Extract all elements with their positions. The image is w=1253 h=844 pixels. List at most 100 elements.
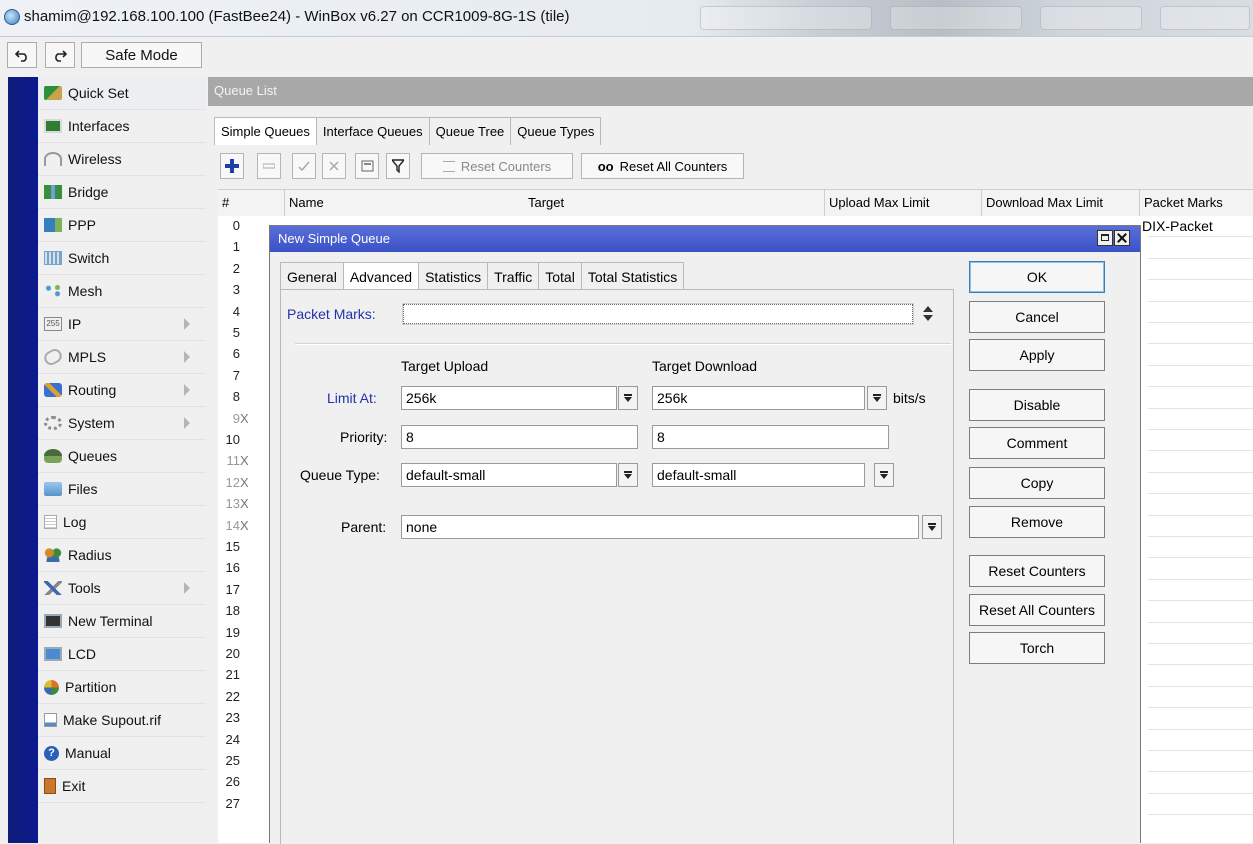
copy-button[interactable]: Copy bbox=[969, 467, 1105, 499]
apply-button[interactable]: Apply bbox=[969, 339, 1105, 371]
table-row-number[interactable]: 22 bbox=[218, 689, 240, 704]
tab-interface-queues[interactable]: Interface Queues bbox=[315, 117, 430, 145]
packet-marks-field[interactable] bbox=[402, 303, 914, 325]
table-row-number[interactable]: 19 bbox=[218, 625, 240, 640]
menu-item-radius[interactable]: Radius bbox=[38, 539, 206, 572]
table-row-number[interactable]: 14 bbox=[218, 518, 240, 533]
priority-download-input[interactable]: 8 bbox=[652, 425, 889, 449]
tab-statistics[interactable]: Statistics bbox=[418, 262, 489, 290]
disable-button[interactable]: Disable bbox=[969, 389, 1105, 421]
updown-arrows-icon[interactable] bbox=[922, 304, 933, 324]
maximize-button[interactable] bbox=[1097, 230, 1113, 246]
safe-mode-button[interactable]: Safe Mode bbox=[81, 42, 202, 68]
filter-button[interactable] bbox=[386, 153, 410, 179]
queue-type-upload-dropdown-icon[interactable] bbox=[618, 463, 638, 487]
table-row-number[interactable]: 9 bbox=[218, 411, 240, 426]
comment-button[interactable]: Comment bbox=[969, 427, 1105, 459]
menu-item-wireless[interactable]: Wireless bbox=[38, 143, 206, 176]
menu-item-lcd[interactable]: LCD bbox=[38, 638, 206, 671]
tab-general[interactable]: General bbox=[280, 262, 344, 290]
close-button[interactable] bbox=[1114, 230, 1130, 246]
menu-item-manual[interactable]: ? Manual bbox=[38, 737, 206, 770]
torch-button[interactable]: Torch bbox=[969, 632, 1105, 664]
table-row-number[interactable]: 27 bbox=[218, 796, 240, 811]
menu-item-ip[interactable]: 255 IP bbox=[38, 308, 206, 341]
column-header-download-max-limit[interactable]: Download Max Limit bbox=[981, 190, 1139, 216]
table-row-number[interactable]: 7 bbox=[218, 368, 240, 383]
table-row-number[interactable]: 11 bbox=[218, 453, 241, 468]
limit-at-download-input[interactable]: 256k bbox=[652, 386, 865, 410]
column-header-number[interactable]: # bbox=[218, 190, 258, 216]
queue-type-download-dropdown-icon[interactable] bbox=[874, 463, 894, 487]
priority-upload-input[interactable]: 8 bbox=[401, 425, 638, 449]
menu-item-files[interactable]: Files bbox=[38, 473, 206, 506]
enable-button[interactable] bbox=[292, 153, 316, 179]
menu-item-new-terminal[interactable]: New Terminal bbox=[38, 605, 206, 638]
limit-at-upload-input[interactable]: 256k bbox=[401, 386, 617, 410]
parent-select[interactable]: none bbox=[401, 515, 919, 539]
column-header-upload-max-limit[interactable]: Upload Max Limit bbox=[824, 190, 981, 216]
table-row-number[interactable]: 15 bbox=[218, 539, 240, 554]
table-row-number[interactable]: 13 bbox=[218, 496, 240, 511]
tab-advanced[interactable]: Advanced bbox=[342, 262, 420, 290]
table-row-number[interactable]: 0 bbox=[218, 218, 240, 233]
column-header-name[interactable]: Name bbox=[284, 190, 524, 216]
table-row-number[interactable]: 2 bbox=[218, 261, 240, 276]
menu-item-partition[interactable]: Partition bbox=[38, 671, 206, 704]
table-row-number[interactable]: 26 bbox=[218, 774, 240, 789]
tab-traffic[interactable]: Traffic bbox=[487, 262, 540, 290]
column-header-target[interactable]: Target bbox=[524, 190, 824, 216]
reset-all-counters-button[interactable]: Reset All Counters bbox=[969, 594, 1105, 626]
cancel-button[interactable]: Cancel bbox=[969, 301, 1105, 333]
table-row-number[interactable]: 24 bbox=[218, 732, 240, 747]
tab-simple-queues[interactable]: Simple Queues bbox=[214, 117, 317, 145]
parent-dropdown-icon[interactable] bbox=[922, 515, 942, 539]
queue-type-download-select[interactable]: default-small bbox=[652, 463, 865, 487]
remove-button[interactable]: Remove bbox=[969, 506, 1105, 538]
table-row-number[interactable]: 21 bbox=[218, 667, 240, 682]
table-row-number[interactable]: 20 bbox=[218, 646, 240, 661]
ok-button[interactable]: OK bbox=[969, 261, 1105, 293]
menu-item-tools[interactable]: Tools bbox=[38, 572, 206, 605]
menu-item-exit[interactable]: Exit bbox=[38, 770, 206, 803]
table-row-number[interactable]: 4 bbox=[218, 304, 240, 319]
menu-item-quick-set[interactable]: Quick Set bbox=[38, 77, 206, 110]
menu-item-bridge[interactable]: Bridge bbox=[38, 176, 206, 209]
table-row-number[interactable]: 10 bbox=[218, 432, 240, 447]
limit-at-download-dropdown-icon[interactable] bbox=[867, 386, 887, 410]
table-row-number[interactable]: 5 bbox=[218, 325, 240, 340]
tab-queue-types[interactable]: Queue Types bbox=[510, 117, 602, 145]
menu-item-make-supout[interactable]: Make Supout.rif bbox=[38, 704, 206, 737]
table-row-number[interactable]: 17 bbox=[218, 582, 240, 597]
menu-item-routing[interactable]: Routing bbox=[38, 374, 206, 407]
table-row-number[interactable]: 23 bbox=[218, 710, 240, 725]
queue-type-upload-select[interactable]: default-small bbox=[401, 463, 617, 487]
reset-counters-button[interactable]: Reset Counters bbox=[969, 555, 1105, 587]
menu-item-log[interactable]: Log bbox=[38, 506, 206, 539]
reset-all-counters-button[interactable]: oo Reset All Counters bbox=[581, 153, 744, 179]
menu-item-switch[interactable]: Switch bbox=[38, 242, 206, 275]
menu-item-interfaces[interactable]: Interfaces bbox=[38, 110, 206, 143]
table-row-number[interactable]: 1 bbox=[218, 239, 240, 254]
redo-button[interactable] bbox=[45, 42, 75, 68]
menu-item-queues[interactable]: Queues bbox=[38, 440, 206, 473]
reset-counters-button[interactable]: Reset Counters bbox=[421, 153, 573, 179]
undo-button[interactable] bbox=[7, 42, 37, 68]
table-row-number[interactable]: 3 bbox=[218, 282, 240, 297]
menu-item-mesh[interactable]: Mesh bbox=[38, 275, 206, 308]
table-row-number[interactable]: 16 bbox=[218, 560, 240, 575]
tab-total-statistics[interactable]: Total Statistics bbox=[580, 262, 685, 290]
table-row-number[interactable]: 6 bbox=[218, 346, 240, 361]
menu-item-ppp[interactable]: PPP bbox=[38, 209, 206, 242]
limit-at-upload-dropdown-icon[interactable] bbox=[618, 386, 638, 410]
remove-button[interactable] bbox=[257, 153, 281, 179]
add-button[interactable] bbox=[220, 153, 244, 179]
tab-total[interactable]: Total bbox=[538, 262, 582, 290]
disable-button[interactable] bbox=[322, 153, 346, 179]
table-row-number[interactable]: 25 bbox=[218, 753, 240, 768]
table-row-number[interactable]: 18 bbox=[218, 603, 240, 618]
menu-item-system[interactable]: System bbox=[38, 407, 206, 440]
tab-queue-tree[interactable]: Queue Tree bbox=[428, 117, 512, 145]
table-row-number[interactable]: 12 bbox=[218, 475, 240, 490]
menu-item-mpls[interactable]: MPLS bbox=[38, 341, 206, 374]
